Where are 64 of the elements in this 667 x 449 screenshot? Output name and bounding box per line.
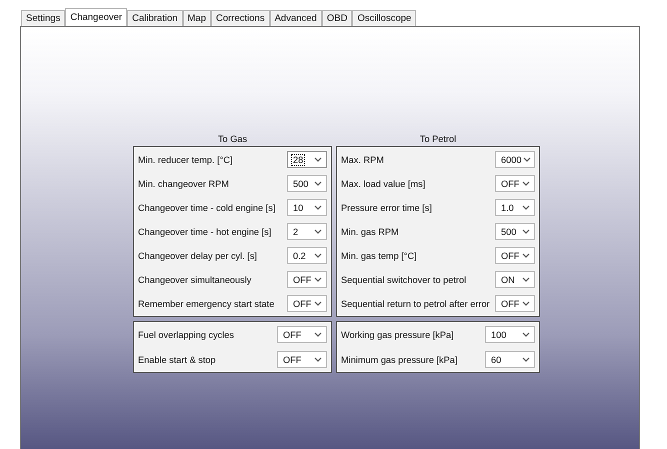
caret-icon — [522, 229, 530, 234]
setting-label: Min. changeover RPM — [138, 178, 229, 188]
section-title: To Petrol — [418, 133, 458, 146]
caret-icon — [314, 253, 322, 258]
caret-icon — [314, 181, 322, 186]
caret-icon — [314, 277, 322, 282]
tab[interactable]: Advanced — [270, 10, 322, 26]
dropdown[interactable]: 2 — [287, 223, 327, 240]
setting-label: Changeover delay per cyl. [s] — [138, 250, 257, 260]
caret-icon — [523, 157, 532, 162]
caret-icon — [314, 157, 322, 162]
setting-label: Min. gas RPM — [341, 226, 399, 236]
dropdown[interactable]: 500 — [495, 223, 535, 240]
dropdown[interactable]: 0.2 — [287, 247, 327, 264]
setting-label: Remember emergency start state — [138, 298, 274, 308]
tab[interactable]: Changeover — [65, 8, 128, 26]
caret-icon — [522, 301, 530, 306]
dropdown[interactable]: 10 — [287, 199, 327, 216]
dropdown[interactable]: OFF — [495, 247, 535, 264]
setting-label: Min. reducer temp. [°C] — [138, 154, 233, 164]
tab[interactable]: Oscilloscope — [352, 10, 416, 26]
setting-label: Changeover time - cold engine [s] — [138, 202, 276, 212]
caret-icon — [522, 205, 530, 210]
caret-icon — [314, 332, 322, 337]
setting-label: Max. load value [ms] — [341, 178, 426, 188]
setting-label: Minimum gas pressure [kPa] — [341, 354, 458, 364]
caret-icon — [314, 357, 322, 362]
setting-label: Sequential switchover to petrol — [341, 274, 466, 284]
dropdown[interactable]: 100 — [485, 326, 535, 343]
caret-icon — [522, 253, 530, 258]
dropdown[interactable]: 28 — [287, 151, 327, 168]
setting-label: Changeover time - hot engine [s] — [138, 226, 272, 236]
caret-icon — [522, 181, 530, 186]
dropdown[interactable]: OFF — [277, 326, 327, 343]
dropdown[interactable]: 6000 — [495, 151, 535, 168]
caret-icon — [522, 332, 530, 337]
caret-icon — [522, 277, 530, 282]
setting-label: Enable start & stop — [138, 354, 216, 364]
tab[interactable]: Settings — [21, 10, 66, 26]
dropdown[interactable]: OFF — [495, 175, 535, 192]
caret-icon — [314, 229, 322, 234]
setting-label: Pressure error time [s] — [341, 202, 432, 212]
dropdown[interactable]: 500 — [287, 175, 327, 192]
dropdown[interactable]: 1.0 — [495, 199, 535, 216]
setting-label: Changeover simultaneously — [138, 274, 252, 284]
setting-label: Fuel overlapping cycles — [138, 330, 234, 340]
setting-label: Sequential return to petrol after error — [341, 298, 490, 308]
tab[interactable]: Corrections — [211, 10, 270, 26]
caret-icon — [314, 205, 322, 210]
dropdown[interactable]: ON — [495, 271, 535, 288]
dropdown[interactable]: OFF — [287, 295, 327, 312]
dropdown[interactable]: OFF — [277, 351, 327, 368]
dropdown[interactable]: OFF — [287, 271, 327, 288]
tab[interactable]: OBD — [322, 10, 352, 26]
dropdown[interactable]: OFF — [495, 295, 535, 312]
setting-label: Min. gas temp [°C] — [341, 250, 417, 260]
tab[interactable]: Map — [182, 10, 211, 26]
tab[interactable]: Calibration — [127, 10, 183, 26]
setting-label: Max. RPM — [341, 154, 384, 164]
caret-icon — [314, 301, 322, 306]
caret-icon — [522, 357, 530, 362]
section-title: To Gas — [216, 133, 248, 146]
dropdown[interactable]: 60 — [485, 351, 535, 368]
setting-label: Working gas pressure [kPa] — [341, 330, 454, 340]
